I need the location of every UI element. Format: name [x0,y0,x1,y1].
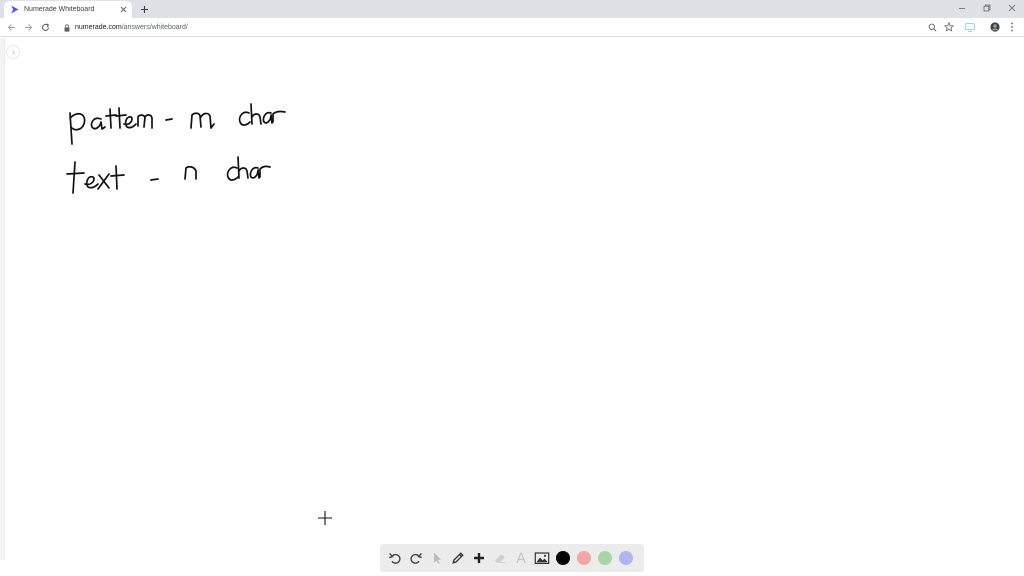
avatar-icon[interactable] [989,21,1001,33]
restore-icon[interactable] [976,1,998,15]
eraser-icon[interactable] [491,549,509,567]
crosshair-cursor-icon [318,511,332,525]
text-icon[interactable] [512,549,530,567]
color-swatch-pink[interactable] [575,549,593,567]
bookmark-star-icon[interactable] [943,21,955,33]
new-tab-icon[interactable] [137,2,151,16]
color-swatch-lavender[interactable] [617,549,635,567]
zoom-icon[interactable] [926,21,938,33]
undo-icon[interactable] [386,549,404,567]
pen-icon[interactable] [449,549,467,567]
tab-title: Numerade Whiteboard [24,6,95,13]
select-icon[interactable] [428,549,446,567]
close-tab-icon[interactable] [119,5,128,14]
whiteboard-canvas[interactable] [0,38,1024,576]
url-host: numerade.com [75,24,122,31]
color-swatch-black[interactable] [554,549,572,567]
reload-icon[interactable] [39,21,51,33]
tab-strip: Numerade Whiteboard [0,0,1024,18]
color-swatch-green[interactable] [596,549,614,567]
drawing-toolbar [380,544,644,572]
handwriting-line-2 [66,156,271,194]
image-icon[interactable] [533,549,551,567]
browser-tab[interactable]: Numerade Whiteboard [4,1,132,18]
lock-icon[interactable] [63,23,71,32]
redo-icon[interactable] [407,549,425,567]
menu-dots-icon[interactable] [1006,21,1018,33]
forward-icon[interactable] [22,21,34,33]
numerade-logo-icon [10,5,19,14]
close-window-icon[interactable] [1001,1,1023,15]
back-icon[interactable] [5,21,17,33]
add-icon[interactable] [470,549,488,567]
minimize-icon[interactable] [951,1,973,15]
url-text: numerade.com/answers/whiteboard/ [75,24,188,31]
handwriting-line-1 [69,103,286,145]
address-bar[interactable]: numerade.com/answers/whiteboard/ [57,20,962,35]
url-path: /answers/whiteboard/ [121,24,188,31]
handwriting-layer [66,103,286,194]
browser-toolbar: numerade.com/answers/whiteboard/ [0,18,1024,37]
cast-icon[interactable] [964,21,976,33]
